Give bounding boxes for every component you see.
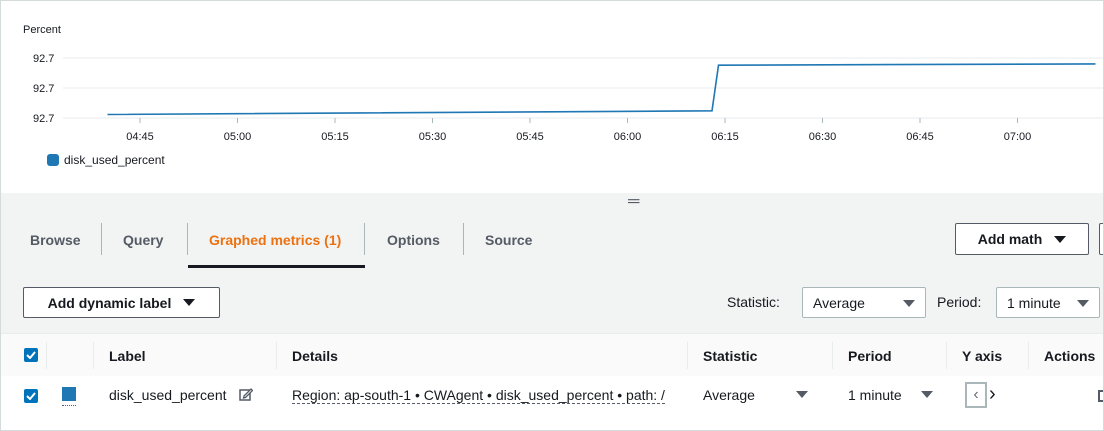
tab-divider bbox=[101, 223, 102, 255]
column-divider bbox=[276, 342, 277, 369]
add-math-label: Add math bbox=[977, 231, 1043, 247]
column-header-period[interactable]: Period bbox=[848, 334, 892, 377]
x-tick-label: 04:45 bbox=[126, 131, 154, 143]
column-header-details[interactable]: Details bbox=[292, 334, 338, 377]
tab-options[interactable]: Options bbox=[387, 211, 440, 269]
row-checkbox[interactable] bbox=[24, 389, 38, 403]
column-divider bbox=[687, 342, 688, 369]
x-tick-label: 06:15 bbox=[711, 131, 739, 143]
statistic-label: Statistic: bbox=[727, 294, 780, 310]
chevron-down-icon[interactable] bbox=[796, 391, 808, 398]
y-tick-label: 92.7 bbox=[33, 53, 54, 65]
column-divider bbox=[93, 342, 94, 369]
chevron-down-icon bbox=[1077, 300, 1089, 307]
x-tick-label: 05:00 bbox=[224, 131, 252, 143]
swatch-underline bbox=[62, 405, 76, 406]
statistic-select[interactable]: Average bbox=[802, 287, 926, 318]
edit-icon[interactable] bbox=[239, 387, 254, 406]
tab-divider bbox=[187, 223, 188, 255]
column-divider bbox=[46, 342, 47, 369]
row-statistic[interactable]: Average bbox=[703, 376, 755, 414]
tab-bar: Browse Query Graphed metrics (1) Options… bbox=[1, 211, 1103, 270]
column-divider bbox=[832, 342, 833, 369]
line-chart: 92.7 92.7 92.7 04:45 05:00 05:15 05:30 05:45 06:… bbox=[33, 53, 1103, 143]
x-tick-label: 06:45 bbox=[906, 131, 934, 143]
table-row: disk_used_percent Region: ap-south-1 • C… bbox=[1, 376, 1103, 430]
legend-swatch bbox=[47, 154, 59, 166]
x-tick-label: 05:30 bbox=[419, 131, 447, 143]
tab-graphed-metrics[interactable]: Graphed metrics (1) bbox=[209, 211, 341, 269]
add-dynamic-label-text: Add dynamic label bbox=[47, 294, 172, 311]
series-color-swatch[interactable] bbox=[62, 387, 76, 401]
tab-divider bbox=[364, 223, 365, 255]
chart-legend[interactable]: disk_used_percent bbox=[47, 153, 165, 167]
cloudwatch-metrics-panel: Percent 92.7 92.7 92.7 04:45 05:00 05:15 05:30… bbox=[0, 0, 1104, 431]
chevron-down-icon[interactable] bbox=[921, 391, 933, 398]
action-icon[interactable] bbox=[1098, 390, 1103, 402]
metrics-table-header: Label Details Statistic Period Y axis Ac… bbox=[1, 333, 1103, 378]
x-tick-label: 05:45 bbox=[516, 131, 544, 143]
series-line bbox=[107, 63, 1096, 116]
controls-row: Add dynamic label Statistic: Average Per… bbox=[1, 269, 1103, 333]
period-label: Period: bbox=[937, 294, 982, 310]
tab-source[interactable]: Source bbox=[485, 211, 532, 269]
drag-handle-icon[interactable]: ═ bbox=[628, 194, 639, 210]
row-details[interactable]: Region: ap-south-1 • CWAgent • disk_used… bbox=[292, 376, 665, 414]
x-tick-label: 07:00 bbox=[1004, 131, 1032, 143]
column-header-label[interactable]: Label bbox=[109, 334, 146, 377]
x-tick-label: 05:15 bbox=[321, 131, 349, 143]
tab-browse[interactable]: Browse bbox=[30, 211, 81, 269]
x-tick-label: 06:00 bbox=[614, 131, 642, 143]
panel-resize-splitter[interactable]: ═ bbox=[1, 193, 1103, 211]
column-divider bbox=[946, 342, 947, 369]
column-header-actions[interactable]: Actions bbox=[1044, 334, 1095, 377]
chevron-down-icon bbox=[1054, 235, 1067, 243]
period-select-value: 1 minute bbox=[1007, 294, 1061, 311]
y-tick-label: 92.7 bbox=[33, 83, 54, 95]
column-divider bbox=[1028, 342, 1029, 369]
y-tick-label: 92.7 bbox=[33, 113, 54, 125]
select-all-checkbox[interactable] bbox=[24, 348, 38, 362]
chevron-down-icon bbox=[183, 299, 196, 306]
period-select[interactable]: 1 minute bbox=[996, 287, 1100, 318]
x-tick-label: 06:30 bbox=[809, 131, 837, 143]
row-period[interactable]: 1 minute bbox=[848, 376, 902, 414]
legend-label: disk_used_percent bbox=[64, 153, 165, 167]
column-header-statistic[interactable]: Statistic bbox=[703, 334, 757, 377]
chevron-down-icon bbox=[903, 300, 915, 307]
add-dynamic-label-button[interactable]: Add dynamic label bbox=[23, 287, 220, 318]
row-details-text[interactable]: Region: ap-south-1 • CWAgent • disk_used… bbox=[292, 387, 665, 404]
tab-divider bbox=[463, 223, 464, 255]
tab-query[interactable]: Query bbox=[123, 211, 163, 269]
row-label[interactable]: disk_used_percent bbox=[109, 376, 227, 414]
more-actions-button[interactable] bbox=[1099, 223, 1103, 255]
active-tab-indicator bbox=[188, 265, 365, 268]
add-math-button[interactable]: Add math bbox=[955, 223, 1089, 255]
y-axis-right-button[interactable]: › bbox=[989, 382, 996, 406]
y-axis-left-button[interactable]: ‹ bbox=[965, 382, 987, 408]
statistic-select-value: Average bbox=[813, 294, 865, 311]
column-header-y-axis[interactable]: Y axis bbox=[962, 334, 1002, 377]
